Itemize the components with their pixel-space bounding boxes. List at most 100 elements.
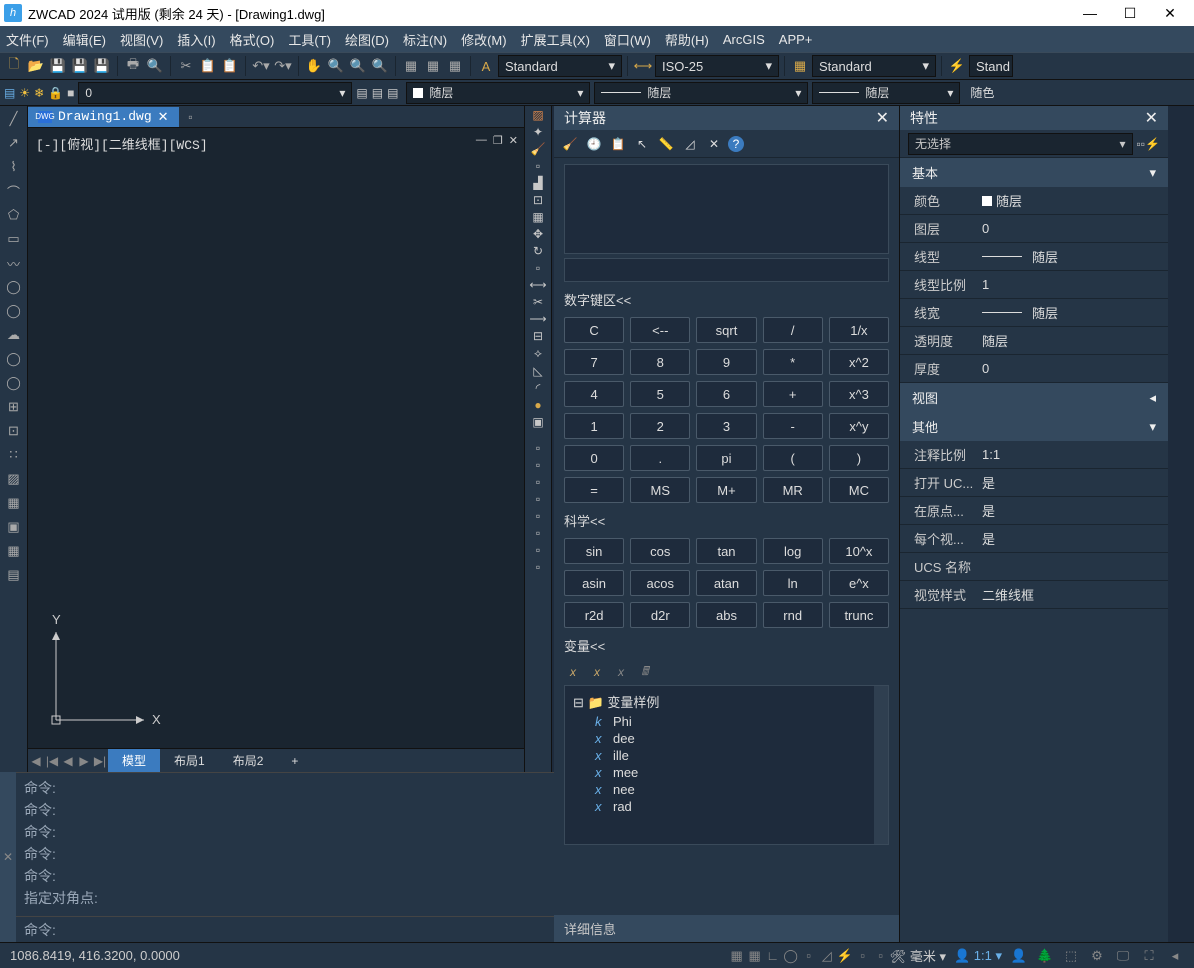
property-value[interactable]: 是 bbox=[982, 473, 1168, 492]
props-icon[interactable]: ▦ bbox=[401, 56, 421, 76]
tablestyle-icon[interactable]: ▦ bbox=[790, 56, 810, 76]
varlist-scrollbar[interactable] bbox=[874, 686, 888, 844]
calc-help-icon[interactable]: ? bbox=[728, 136, 744, 152]
calc-key-3[interactable]: 3 bbox=[696, 413, 756, 439]
print-icon[interactable]: 🖶 bbox=[123, 56, 143, 76]
undo-icon[interactable]: ↶▾ bbox=[251, 56, 271, 76]
property-value[interactable]: 是 bbox=[982, 529, 1168, 548]
menu-ext[interactable]: 扩展工具(X) bbox=[521, 30, 590, 49]
layout-tab-2[interactable]: 布局2 bbox=[219, 749, 278, 772]
calc-key-ex[interactable]: e^x bbox=[829, 570, 889, 596]
open-icon[interactable]: 📂 bbox=[26, 56, 46, 76]
tab-nav-last[interactable]: ▶ bbox=[76, 754, 92, 768]
variable-item[interactable]: xrad bbox=[569, 798, 884, 815]
calc-key-xy[interactable]: x^y bbox=[829, 413, 889, 439]
tab-nav-next[interactable]: ◀ bbox=[60, 754, 76, 768]
copy-tool[interactable]: ▫ bbox=[536, 159, 540, 173]
calc-key-sqrt[interactable]: sqrt bbox=[696, 317, 756, 343]
copy-icon[interactable]: 📋 bbox=[198, 56, 218, 76]
dim-tool-7[interactable]: ▫ bbox=[536, 543, 540, 557]
close-button[interactable]: ✕ bbox=[1150, 5, 1190, 22]
paste-icon[interactable]: 📋 bbox=[220, 56, 240, 76]
join-tool[interactable]: ⟡ bbox=[534, 346, 542, 361]
variable-item[interactable]: xdee bbox=[569, 730, 884, 747]
property-row[interactable]: 打开 UC...是 bbox=[900, 469, 1168, 497]
menu-help[interactable]: 帮助(H) bbox=[665, 30, 709, 49]
menu-modify[interactable]: 修改(M) bbox=[461, 30, 507, 49]
property-value[interactable]: 二维线框 bbox=[982, 585, 1168, 604]
zoomwin-icon[interactable]: 🔍 bbox=[348, 56, 368, 76]
color-dropdown[interactable]: 随层▾ bbox=[406, 82, 590, 104]
extend-tool[interactable]: ⟶ bbox=[529, 312, 546, 326]
menu-edit[interactable]: 编辑(E) bbox=[63, 30, 106, 49]
calc-dist-icon[interactable]: 📏 bbox=[656, 134, 676, 154]
dim-tool-4[interactable]: ▫ bbox=[536, 492, 540, 506]
blockedit-tool[interactable]: ▣ bbox=[532, 415, 543, 429]
calc-key-mc[interactable]: MC bbox=[829, 477, 889, 503]
dim-tool-1[interactable]: ▫ bbox=[536, 441, 540, 455]
donut-tool[interactable]: ◯ bbox=[3, 348, 25, 370]
layermgr-icon[interactable]: ▤ bbox=[4, 86, 15, 100]
calc-key-1x[interactable]: 1/x bbox=[829, 317, 889, 343]
property-row[interactable]: 透明度随层 bbox=[900, 327, 1168, 355]
calc-key-5[interactable]: 5 bbox=[630, 381, 690, 407]
calc-key-2[interactable]: 2 bbox=[630, 413, 690, 439]
property-value[interactable]: 随层 bbox=[982, 247, 1168, 266]
selectobj-icon[interactable]: ⚡ bbox=[1145, 137, 1160, 151]
stretch-tool[interactable]: ⟷ bbox=[529, 278, 546, 292]
command-history[interactable]: 命令: 命令: 命令: 命令: 命令: 指定对角点: bbox=[16, 772, 554, 916]
property-row[interactable]: 在原点...是 bbox=[900, 497, 1168, 525]
insert-tool[interactable]: ⊡ bbox=[3, 420, 25, 442]
calc-key-[interactable]: = bbox=[564, 477, 624, 503]
property-value[interactable]: 1:1 bbox=[982, 447, 1168, 462]
new-tab-button[interactable]: ▫ bbox=[179, 110, 203, 124]
table-tool[interactable]: ▦ bbox=[3, 540, 25, 562]
calc-key-cos[interactable]: cos bbox=[630, 538, 690, 564]
plotcolor-dropdown[interactable]: 随色 bbox=[964, 82, 1074, 104]
variable-list[interactable]: ⊟ 📁 变量样例 kPhixdeexillexmeexneexrad bbox=[564, 685, 889, 845]
layer-match-icon[interactable]: ▤ bbox=[387, 86, 398, 100]
tablestyle-dropdown[interactable]: Standard▾ bbox=[812, 55, 936, 77]
calc-paste-icon[interactable]: 📋 bbox=[608, 134, 628, 154]
calculator-input[interactable] bbox=[564, 258, 889, 282]
calc-key-c[interactable]: C bbox=[564, 317, 624, 343]
model-tab[interactable]: 模型 bbox=[108, 749, 160, 772]
calc-key-6[interactable]: 6 bbox=[696, 381, 756, 407]
command-input[interactable] bbox=[62, 922, 546, 937]
coordinates[interactable]: 1086.8419, 416.3200, 0.0000 bbox=[10, 948, 180, 963]
var-calc-icon[interactable]: 🖩 bbox=[636, 663, 654, 681]
ellipsearc-tool[interactable]: ◯ bbox=[3, 372, 25, 394]
break-tool[interactable]: ⊟ bbox=[533, 329, 543, 343]
layer-prev-icon[interactable]: ▤ bbox=[356, 86, 367, 100]
point-tool[interactable]: ∷ bbox=[3, 444, 25, 466]
property-row[interactable]: 线型比例1 bbox=[900, 271, 1168, 299]
ducs-icon[interactable]: ⚡ bbox=[836, 947, 854, 965]
propgroup-other[interactable]: 其他▾ bbox=[900, 412, 1168, 441]
calc-key-asin[interactable]: asin bbox=[564, 570, 624, 596]
revcloud-tool[interactable]: ☁ bbox=[3, 324, 25, 346]
tab-nav-prev[interactable]: |◀ bbox=[44, 754, 60, 768]
layer-lock-icon[interactable]: 🔒 bbox=[48, 86, 63, 100]
saveall-icon[interactable]: 💾 bbox=[92, 56, 112, 76]
calc-history-icon[interactable]: 🕘 bbox=[584, 134, 604, 154]
document-tab-active[interactable]: DWG Drawing1.dwg ✕ bbox=[28, 107, 179, 127]
numpad-label[interactable]: 数字键区<< bbox=[564, 290, 889, 309]
calc-key-[interactable]: * bbox=[763, 349, 823, 375]
zoom-icon[interactable]: 🔍 bbox=[326, 56, 346, 76]
dimstyle-dropdown[interactable]: ISO-25▾ bbox=[655, 55, 779, 77]
hatch-tool[interactable]: ▨ bbox=[3, 468, 25, 490]
calc-key-[interactable]: . bbox=[630, 445, 690, 471]
property-row[interactable]: 线宽随层 bbox=[900, 299, 1168, 327]
property-row[interactable]: 线型随层 bbox=[900, 243, 1168, 271]
propgroup-view[interactable]: 视图◂ bbox=[900, 383, 1168, 412]
chamfer-tool[interactable]: ◺ bbox=[533, 364, 542, 378]
calc-key-log[interactable]: log bbox=[763, 538, 823, 564]
dim-tool-6[interactable]: ▫ bbox=[536, 526, 540, 540]
solid-tool[interactable]: ● bbox=[534, 398, 541, 412]
maximize-button[interactable]: ☐ bbox=[1110, 5, 1150, 22]
dim-tool-8[interactable]: ▫ bbox=[536, 560, 540, 574]
calc-key-x3[interactable]: x^3 bbox=[829, 381, 889, 407]
menu-insert[interactable]: 插入(I) bbox=[177, 30, 215, 49]
rotate-tool[interactable]: ↻ bbox=[533, 244, 543, 258]
calc-intersect-icon[interactable]: ✕ bbox=[704, 134, 724, 154]
